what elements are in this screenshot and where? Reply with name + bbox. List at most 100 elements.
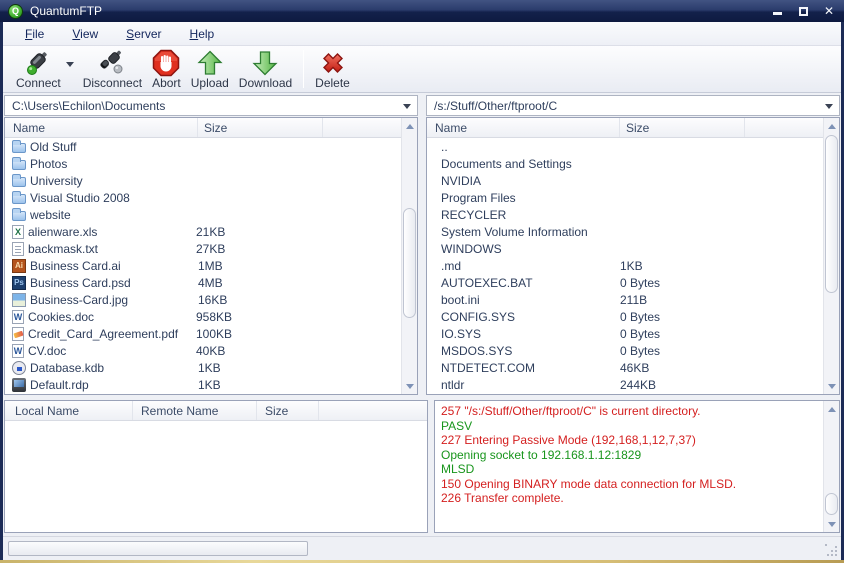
remote-file-row[interactable]: ntldr 244KB — [427, 376, 823, 393]
remote-file-row[interactable]: IO.SYS 0 Bytes — [427, 325, 823, 342]
column-header-remote-name[interactable]: Remote Name — [133, 401, 257, 420]
local-file-row[interactable]: alienware.xls 21KB — [5, 223, 401, 240]
file-name: .. — [441, 140, 620, 154]
chevron-down-icon[interactable] — [825, 104, 833, 109]
remote-file-row[interactable]: MSDOS.SYS 0 Bytes — [427, 342, 823, 359]
local-file-row[interactable]: CV.doc 40KB — [5, 342, 401, 359]
remote-file-row[interactable]: NTDETECT.COM 46KB — [427, 359, 823, 376]
local-file-row[interactable]: Visual Studio 2008 — [5, 189, 401, 206]
scroll-up-icon[interactable] — [402, 118, 417, 134]
file-size: 46KB — [620, 361, 740, 375]
file-size: 40KB — [196, 344, 316, 358]
local-list-scrollbar[interactable] — [401, 118, 417, 394]
local-path-combobox[interactable]: C:\Users\Echilon\Documents — [4, 95, 418, 116]
local-file-row[interactable]: backmask.txt 27KB — [5, 240, 401, 257]
delete-button[interactable]: Delete — [310, 48, 355, 91]
column-header-local-name[interactable]: Local Name — [5, 401, 133, 420]
local-file-row[interactable]: Business-Card.jpg 16KB — [5, 291, 401, 308]
remote-file-row[interactable]: boot.ini 211B — [427, 291, 823, 308]
remote-file-row[interactable]: CONFIG.SYS 0 Bytes — [427, 308, 823, 325]
chevron-down-icon[interactable] — [403, 104, 411, 109]
file-name: alienware.xls — [28, 225, 196, 239]
log-line: 227 Entering Passive Mode (192,168,1,12,… — [441, 433, 817, 448]
column-header-name[interactable]: Name — [427, 118, 620, 137]
local-file-row[interactable]: University — [5, 172, 401, 189]
upload-button[interactable]: Upload — [186, 48, 234, 91]
file-name: Business Card.psd — [30, 276, 198, 290]
scroll-down-icon[interactable] — [824, 516, 839, 532]
minimize-button[interactable] — [770, 5, 784, 17]
column-header-size[interactable]: Size — [198, 118, 323, 137]
titlebar: Q QuantumFTP ✕ — [0, 0, 844, 22]
remote-file-row[interactable]: AUTOEXEC.BAT 0 Bytes — [427, 274, 823, 291]
file-type-icon — [12, 177, 26, 187]
file-name: NVIDIA — [441, 174, 620, 188]
abort-stop-icon — [152, 49, 180, 77]
remote-list-scrollbar[interactable] — [823, 118, 839, 394]
scrollbar-thumb[interactable] — [825, 493, 838, 515]
column-header-size[interactable]: Size — [257, 401, 319, 420]
local-file-row[interactable]: Old Stuff — [5, 138, 401, 155]
menu-help[interactable]: Help — [180, 24, 225, 44]
scrollbar-thumb[interactable] — [403, 208, 416, 318]
remote-file-row[interactable]: Program Files — [427, 189, 823, 206]
local-file-row[interactable]: Cookies.doc 958KB — [5, 308, 401, 325]
remote-file-row[interactable]: NVIDIA — [427, 172, 823, 189]
file-type-icon — [12, 276, 26, 290]
file-name: Old Stuff — [30, 140, 198, 154]
scroll-up-icon[interactable] — [824, 401, 839, 417]
remote-path-combobox[interactable]: /s:/Stuff/Other/ftproot/C — [426, 95, 840, 116]
resize-grip[interactable] — [825, 544, 837, 556]
scrollbar-thumb[interactable] — [825, 135, 838, 293]
toolbar: Connect Disconnect — [3, 46, 841, 93]
local-file-row[interactable]: Business Card.ai 1MB — [5, 257, 401, 274]
scroll-down-icon[interactable] — [824, 378, 839, 394]
connect-button[interactable]: Connect — [11, 48, 66, 91]
menu-view[interactable]: View — [62, 24, 108, 44]
local-file-row[interactable]: Default.rdp 1KB — [5, 376, 401, 393]
transfer-progress-bar — [8, 541, 308, 556]
maximize-button[interactable] — [796, 5, 810, 17]
local-file-row[interactable]: Photos — [5, 155, 401, 172]
download-button[interactable]: Download — [234, 48, 297, 91]
file-name: IO.SYS — [441, 327, 620, 341]
file-size: 1KB — [198, 361, 318, 375]
file-size: 16KB — [198, 293, 318, 307]
remote-file-row[interactable]: .md 1KB — [427, 257, 823, 274]
file-size: 958KB — [196, 310, 316, 324]
local-file-row[interactable]: website — [5, 206, 401, 223]
file-size: 1KB — [620, 259, 740, 273]
remote-file-row[interactable]: .. — [427, 138, 823, 155]
local-file-row[interactable]: Credit_Card_Agreement.pdf 100KB — [5, 325, 401, 342]
close-button[interactable]: ✕ — [822, 5, 836, 17]
remote-file-row[interactable]: RECYCLER — [427, 206, 823, 223]
column-header-name[interactable]: Name — [5, 118, 198, 137]
menu-server[interactable]: Server — [116, 24, 171, 44]
local-file-row[interactable]: Business Card.psd 4MB — [5, 274, 401, 291]
scroll-down-icon[interactable] — [402, 378, 417, 394]
menu-file[interactable]: File — [15, 24, 54, 44]
file-name: Cookies.doc — [28, 310, 196, 324]
file-name: ntldr — [441, 378, 620, 392]
scroll-up-icon[interactable] — [824, 118, 839, 134]
connect-label: Connect — [16, 76, 61, 90]
file-size: 0 Bytes — [620, 276, 740, 290]
column-header-size[interactable]: Size — [620, 118, 745, 137]
abort-label: Abort — [152, 76, 181, 90]
local-file-row[interactable]: Database.kdb 1KB — [5, 359, 401, 376]
abort-button[interactable]: Abort — [147, 48, 186, 91]
remote-file-row[interactable]: WINDOWS — [427, 240, 823, 257]
remote-file-row[interactable]: System Volume Information — [427, 223, 823, 240]
disconnect-button[interactable]: Disconnect — [78, 48, 147, 91]
log-line: 150 Opening BINARY mode data connection … — [441, 477, 817, 492]
log-scrollbar[interactable] — [823, 401, 839, 532]
file-name: MSDOS.SYS — [441, 344, 620, 358]
remote-file-row[interactable]: Documents and Settings — [427, 155, 823, 172]
upload-arrow-icon — [196, 49, 224, 77]
file-name: AUTOEXEC.BAT — [441, 276, 620, 290]
file-name: Program Files — [441, 191, 620, 205]
connect-dropdown-arrow-icon[interactable] — [66, 62, 74, 67]
remote-file-pane: Name Size .. Documents and Settings — [426, 117, 840, 395]
queue-list[interactable] — [5, 421, 427, 532]
log-output[interactable]: 257 "/s:/Stuff/Other/ftproot/C" is curre… — [435, 401, 823, 532]
